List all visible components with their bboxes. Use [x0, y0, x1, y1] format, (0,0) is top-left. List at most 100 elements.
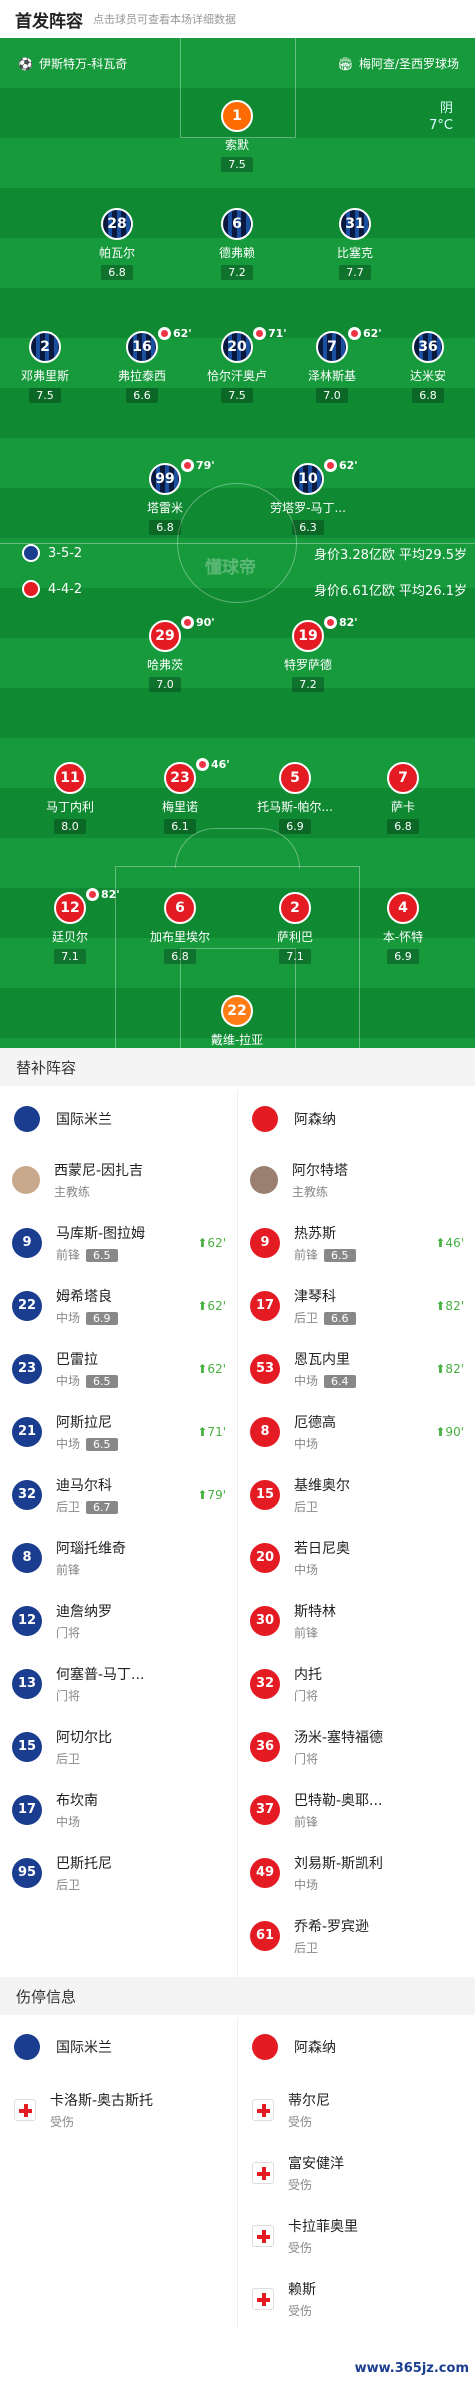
player-name: 梅里诺 — [161, 800, 198, 814]
away-sub-row[interactable]: 9 热苏斯 前锋 6.5 ⬆46' — [238, 1211, 474, 1274]
away-injury-row[interactable]: 富安健洋 受伤 — [238, 2141, 474, 2204]
page-title: 首发阵容 — [15, 11, 83, 32]
away-team-header[interactable]: 阿森纳 — [252, 1090, 336, 1148]
player-name: 马丁内利 — [45, 800, 94, 814]
away-sub-row[interactable]: 49 刘易斯-斯凯利 中场 — [238, 1841, 474, 1904]
home-player[interactable]: 36 达米安 6.8 — [373, 331, 475, 403]
home-value: 身价3.28亿欧 平均29.5岁 — [313, 548, 467, 563]
home-player[interactable]: 20 71' 恰尔汗奥卢 7.5 — [182, 327, 292, 403]
home-sub-row[interactable]: 9 马库斯-图拉姆 前锋 6.5 ⬆62' — [0, 1211, 236, 1274]
away-player[interactable]: 22戴维-拉亚6.5 — [182, 995, 292, 1048]
shirt-number: 22 — [221, 995, 253, 1027]
home-player[interactable]: 1 索默 7.5 — [182, 100, 292, 172]
away-sub-row[interactable]: 53 恩瓦内里 中场 6.4 ⬆82' — [238, 1337, 474, 1400]
home-injury-team[interactable]: 国际米兰 — [14, 2018, 112, 2076]
away-sub-row[interactable]: 17 津琴科 后卫 6.6 ⬆82' — [238, 1274, 474, 1337]
shirt-number: 36 — [250, 1731, 280, 1762]
home-sub-row[interactable]: 95 巴斯托尼 后卫 — [0, 1841, 236, 1904]
home-coach[interactable]: 西蒙尼-因扎吉 主教练 — [0, 1148, 236, 1211]
sub-name: 何塞普-马丁... — [56, 1666, 145, 1683]
substitution-icon — [324, 459, 337, 472]
away-player[interactable]: 19 82' 特罗萨德 7.2 — [253, 616, 363, 692]
away-injury-row[interactable]: 卡拉菲奥里 受伤 — [238, 2204, 474, 2267]
position-text: 后卫 — [56, 1751, 81, 1766]
sub-in-time: ⬆62' — [197, 1298, 226, 1313]
home-sub-row[interactable]: 22 姆希塔良 中场 6.9 ⬆62' — [0, 1274, 236, 1337]
home-player[interactable]: 31 比塞克 7.7 — [300, 208, 410, 280]
shirt-number: 6 — [164, 892, 196, 924]
medical-cross-icon — [252, 2161, 274, 2184]
sub-name: 阿瑙托维奇 — [56, 1540, 126, 1557]
player-rating: 7.7 — [339, 265, 371, 280]
away-coach[interactable]: 阿尔特塔 主教练 — [238, 1148, 474, 1211]
player-name: 恰尔汗奥卢 — [206, 369, 267, 383]
away-sub-row[interactable]: 20 若日尼奥 中场 — [238, 1526, 474, 1589]
player-rating: 6.8 — [387, 819, 419, 834]
injury-section-title: 伤停信息 — [0, 1977, 475, 2015]
home-sub-row[interactable]: 8 阿瑙托维奇 前锋 — [0, 1526, 236, 1589]
injured-name: 卡拉菲奥里 — [288, 2218, 358, 2235]
away-player[interactable]: 23 46' 梅里诺 6.1 — [125, 758, 235, 834]
away-sub-row[interactable]: 36 汤米-塞特福德 门将 — [238, 1715, 474, 1778]
away-sub-row[interactable]: 8 厄德高 中场 ⬆90' — [238, 1400, 474, 1463]
position-text: 前锋 — [294, 1625, 319, 1640]
substitution-icon — [348, 327, 361, 340]
away-player[interactable]: 5 托马斯-帕尔... 6.9 — [240, 762, 350, 834]
home-player[interactable]: 99 79' 塔雷米 6.8 — [110, 459, 220, 535]
shirt-number: 28 — [101, 208, 133, 240]
player-name: 比塞克 — [336, 246, 373, 260]
shirt-number: 9 — [12, 1227, 42, 1258]
away-sub-row[interactable]: 37 巴特勒-奥耶... 前锋 — [238, 1778, 474, 1841]
shirt-number: 15 — [12, 1731, 42, 1762]
home-team-header[interactable]: 国际米兰 — [14, 1090, 112, 1148]
away-player[interactable]: 11 马丁内利 8.0 — [15, 762, 125, 834]
sub-name: 热苏斯 — [294, 1225, 336, 1242]
away-player[interactable]: 6 加布里埃尔 6.8 — [125, 892, 235, 964]
home-injury-row[interactable]: 卡洛斯-奥古斯托 受伤 — [0, 2078, 236, 2141]
sub-name: 巴斯托尼 — [56, 1855, 112, 1872]
home-sub-row[interactable]: 21 阿斯拉尼 中场 6.5 ⬆71' — [0, 1400, 236, 1463]
sub-marker: 90' — [181, 616, 215, 629]
sub-name: 布坎南 — [56, 1792, 98, 1809]
away-player[interactable]: 12 82' 廷贝尔 7.1 — [15, 888, 125, 964]
shirt-number: 20 — [250, 1542, 280, 1573]
sub-rating: 6.9 — [86, 1311, 118, 1325]
away-injury-team[interactable]: 阿森纳 — [252, 2018, 336, 2076]
home-player[interactable]: 16 62' 弗拉泰西 6.6 — [87, 327, 197, 403]
home-sub-row[interactable]: 13 何塞普-马丁... 门将 — [0, 1652, 236, 1715]
sub-name: 刘易斯-斯凯利 — [294, 1855, 384, 1872]
sub-position: 中场 6.5 — [56, 1372, 118, 1389]
home-player[interactable]: 6 德弗赖 7.2 — [182, 208, 292, 280]
away-sub-row[interactable]: 61 乔希-罗宾逊 后卫 — [238, 1904, 474, 1967]
away-sub-row[interactable]: 32 内托 门将 — [238, 1652, 474, 1715]
player-name: 戴维-拉亚 — [210, 1033, 264, 1047]
home-sub-row[interactable]: 17 布坎南 中场 — [0, 1778, 236, 1841]
away-player[interactable]: 4 本-怀特 6.9 — [348, 892, 458, 964]
temperature: 7°C — [429, 118, 453, 133]
player-rating: 8.0 — [54, 819, 86, 834]
sub-position: 前锋 — [56, 1561, 126, 1578]
away-player[interactable]: 2 萨利巴 7.1 — [240, 892, 350, 964]
substitution-icon — [253, 327, 266, 340]
player-name: 萨卡 — [390, 800, 415, 814]
player-rating: 6.3 — [292, 520, 324, 535]
sub-minute: 62' — [339, 459, 358, 472]
home-player[interactable]: 10 62' 劳塔罗-马丁... 6.3 — [253, 459, 363, 535]
away-player[interactable]: 29 90' 哈弗茨 7.0 — [110, 616, 220, 692]
away-sub-row[interactable]: 15 基维奥尔 后卫 — [238, 1463, 474, 1526]
home-sub-row[interactable]: 15 阿切尔比 后卫 — [0, 1715, 236, 1778]
away-injury-row[interactable]: 赖斯 受伤 — [238, 2267, 474, 2330]
home-player[interactable]: 28 帕瓦尔 6.8 — [62, 208, 172, 280]
away-injury-row[interactable]: 蒂尔尼 受伤 — [238, 2078, 474, 2141]
away-sub-row[interactable]: 30 斯特林 前锋 — [238, 1589, 474, 1652]
home-sub-row[interactable]: 32 迪马尔科 后卫 6.7 ⬆79' — [0, 1463, 236, 1526]
sub-name: 阿斯拉尼 — [56, 1414, 112, 1431]
player-rating: 7.5 — [221, 388, 253, 403]
home-sub-row[interactable]: 23 巴雷拉 中场 6.5 ⬆62' — [0, 1337, 236, 1400]
player-name: 劳塔罗-马丁... — [270, 501, 346, 515]
sub-marker: 62' — [324, 459, 358, 472]
away-player[interactable]: 7 萨卡 6.8 — [348, 762, 458, 834]
home-player[interactable]: 7 62' 泽林斯基 7.0 — [277, 327, 387, 403]
home-sub-row[interactable]: 12 迪詹纳罗 门将 — [0, 1589, 236, 1652]
home-player[interactable]: 2 邓弗里斯 7.5 — [0, 331, 100, 403]
